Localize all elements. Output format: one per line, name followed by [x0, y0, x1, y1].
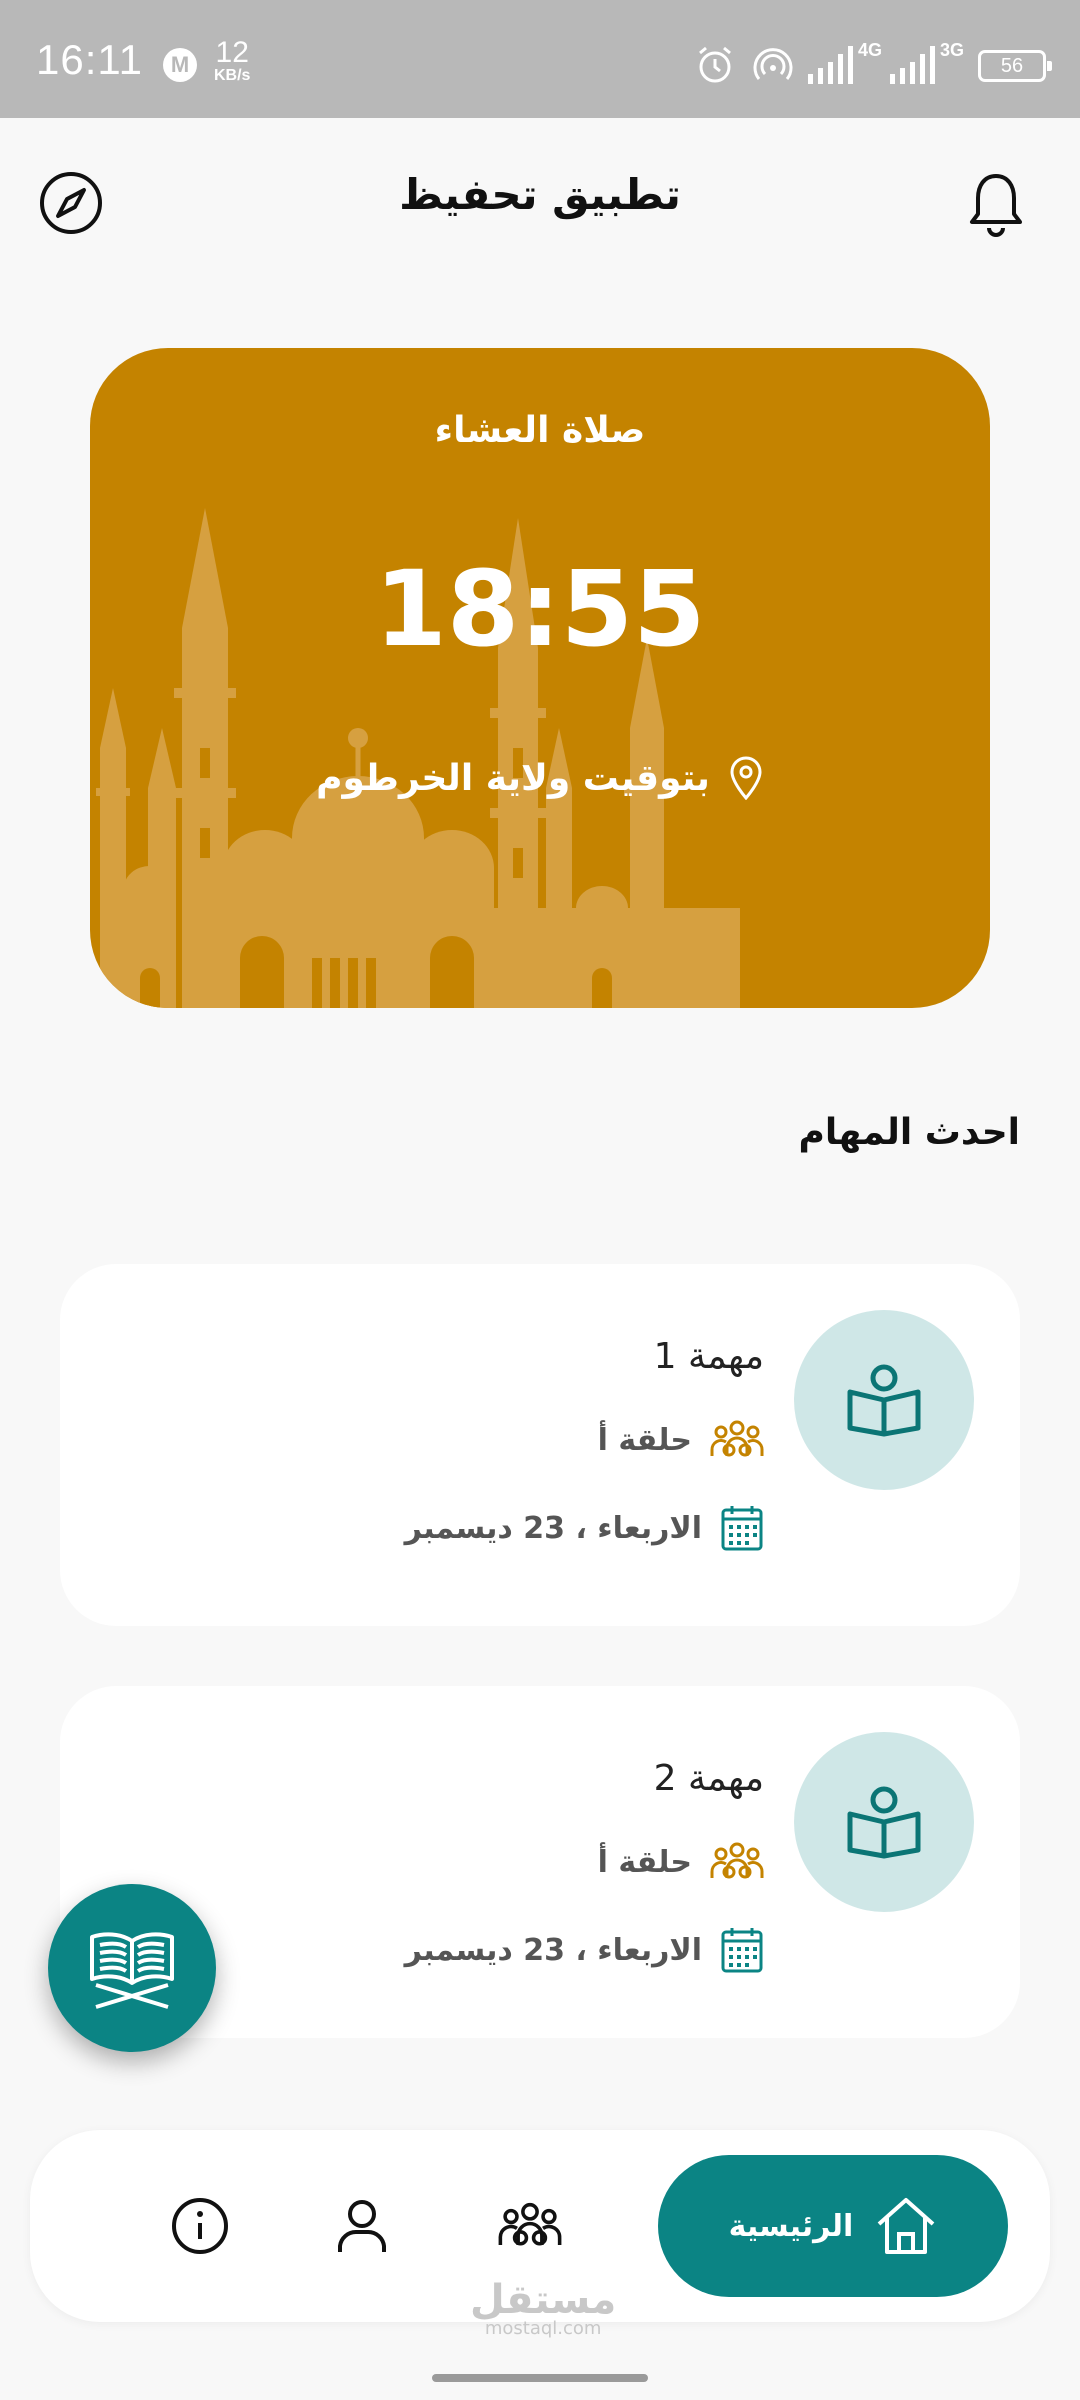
task-title: مهمة 2 — [653, 1758, 764, 1799]
prayer-time-card[interactable]: صلاة العشاء 18:55 بتوقيت ولاية الخرطوم — [90, 348, 990, 1008]
nav-info[interactable] — [130, 2130, 270, 2322]
task-icon-badge — [794, 1732, 974, 1912]
network-speed-value: 12 — [215, 36, 249, 69]
task-group-row: حلقة أ — [598, 1420, 764, 1460]
alarm-icon — [699, 46, 731, 83]
status-bar: 16:11 M 12 KB/s 4G 3G 56 — [0, 0, 1080, 118]
location-label: بتوقيت ولاية الخرطوم — [316, 757, 710, 799]
task-group-label: حلقة أ — [597, 1422, 692, 1458]
task-date-row: الاربعاء ، 23 ديسمبر — [405, 1504, 764, 1552]
home-icon — [878, 2198, 935, 2254]
network-speed-unit: KB/s — [214, 67, 251, 84]
network-speed: 12 KB/s — [214, 38, 250, 84]
network-4g-label: 4G — [858, 40, 883, 60]
task-date-row: الاربعاء ، 23 ديسمبر — [405, 1926, 764, 1974]
reading-book-icon — [847, 1364, 921, 1437]
reading-book-icon — [847, 1786, 921, 1859]
nav-home-label: الرئيسية — [728, 2208, 854, 2244]
quran-fab-button[interactable] — [48, 1884, 216, 2052]
bell-icon[interactable] — [966, 170, 1026, 240]
section-title-latest-tasks: احدث المهام — [798, 1112, 1020, 1153]
task-title: مهمة 1 — [653, 1336, 764, 1377]
network-3g-label: 3G — [940, 40, 965, 60]
status-time: 16:11 — [36, 36, 143, 83]
battery-indicator: 56 — [978, 50, 1052, 82]
location-pin-icon — [730, 756, 762, 800]
home-indicator[interactable] — [432, 2374, 648, 2382]
quran-book-icon — [90, 1932, 174, 2009]
watermark: مستقل mostaql.com — [470, 2280, 616, 2338]
task-date-label: الاربعاء ، 23 ديسمبر — [404, 1932, 702, 1968]
calendar-icon — [721, 1928, 763, 1973]
group-icon — [710, 1842, 764, 1879]
hotspot-icon — [753, 48, 793, 80]
task-group-label: حلقة أ — [597, 1844, 692, 1880]
notification-app-icon: M — [163, 48, 197, 82]
task-card[interactable]: مهمة 1 حلقة أ الاربعاء ، 23 ديسمبر — [60, 1264, 1020, 1626]
nav-profile[interactable] — [292, 2130, 432, 2322]
task-icon-badge — [794, 1310, 974, 1490]
prayer-name: صلاة العشاء — [434, 410, 646, 451]
page-title: تطبيق تحفيظ — [399, 170, 681, 219]
task-group-row: حلقة أ — [598, 1842, 764, 1882]
calendar-icon — [721, 1506, 763, 1551]
prayer-location: بتوقيت ولاية الخرطوم — [90, 756, 990, 800]
task-date-label: الاربعاء ، 23 ديسمبر — [404, 1510, 702, 1546]
nav-home-button[interactable]: الرئيسية — [658, 2155, 1008, 2297]
group-icon — [710, 1420, 764, 1457]
group-icon — [498, 2202, 562, 2246]
user-icon — [338, 2200, 386, 2252]
watermark-latin: mostaql.com — [484, 2318, 602, 2339]
info-icon — [172, 2198, 228, 2254]
prayer-time: 18:55 — [374, 548, 706, 670]
watermark-arabic: مستقل — [470, 2277, 617, 2323]
